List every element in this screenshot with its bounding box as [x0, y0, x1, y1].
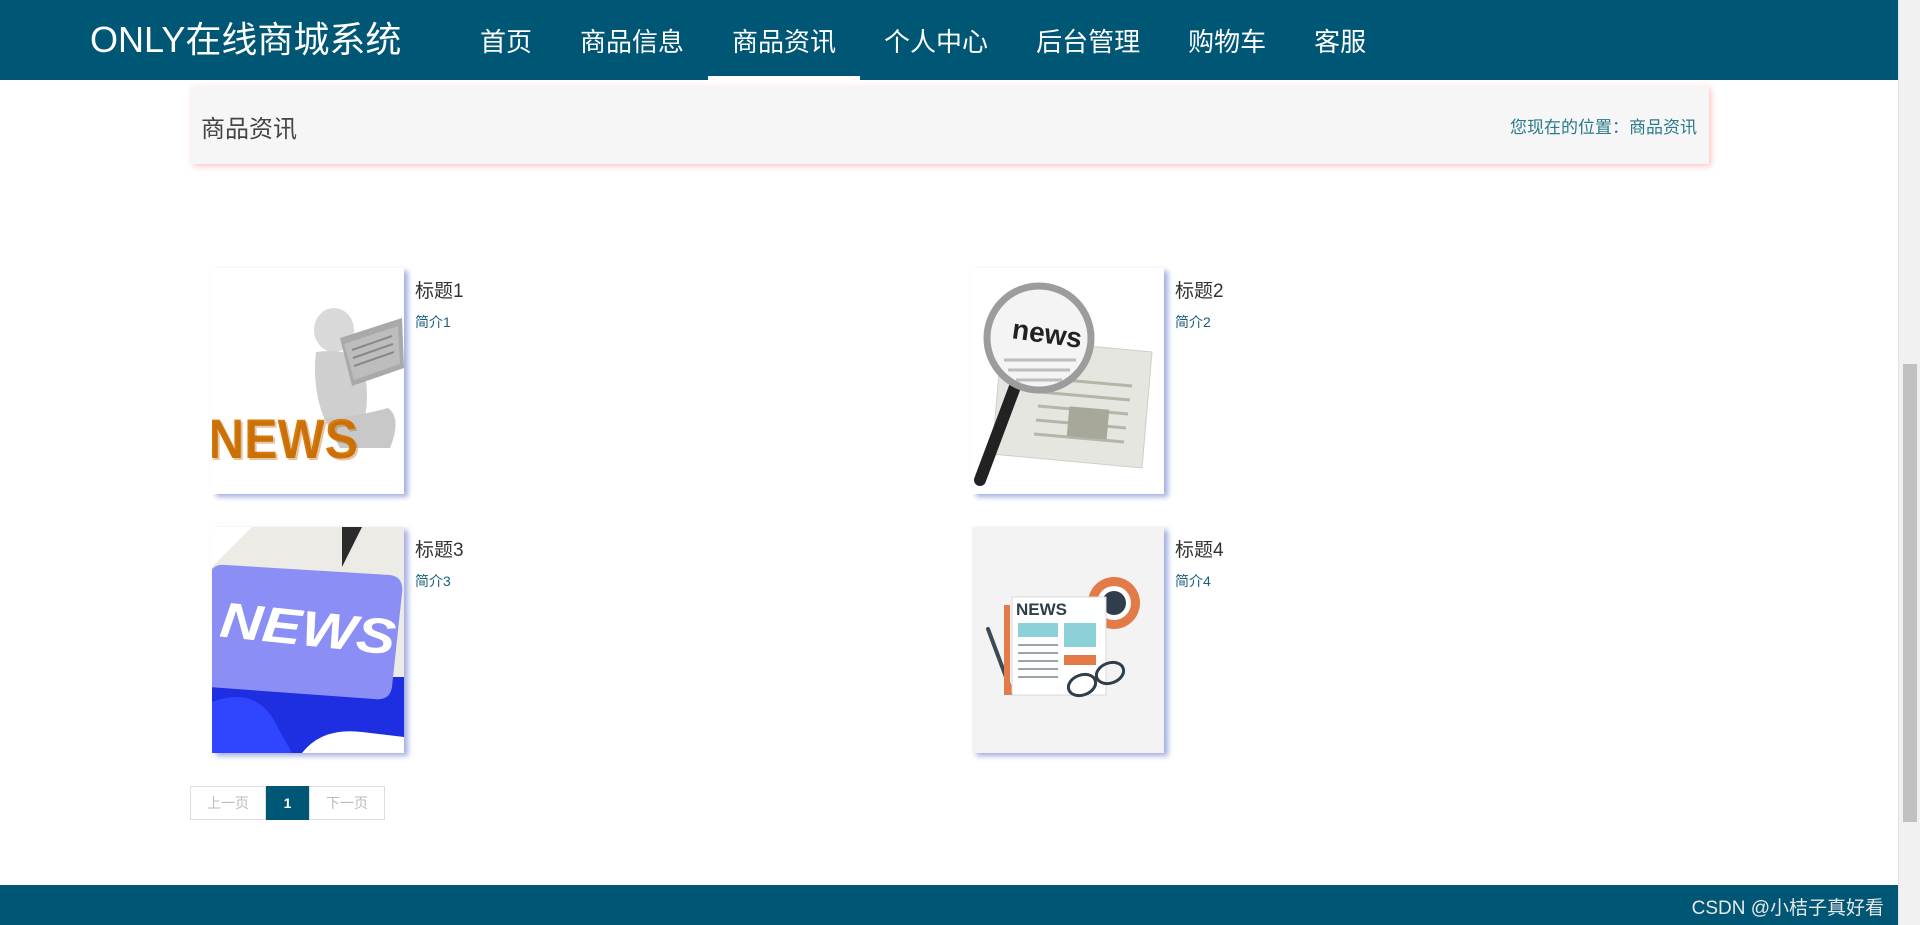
news-item[interactable]: news 标题2 简介2	[972, 268, 1672, 496]
page-title: 商品资讯	[201, 116, 297, 143]
news-magnifier-image[interactable]: news	[972, 268, 1164, 494]
news-item[interactable]: NEWS 标题4 简介4	[972, 527, 1672, 755]
nav-admin[interactable]: 后台管理	[1012, 0, 1164, 80]
next-page-button[interactable]: 下一页	[309, 786, 385, 820]
nav-news[interactable]: 商品资讯	[708, 0, 861, 80]
svg-text:NEWS: NEWS	[212, 409, 360, 472]
news-item[interactable]: NEWS NEWS 标题1 简介1	[212, 268, 912, 496]
breadcrumb: 商品资讯 您现在的位置：商品资讯	[191, 86, 1709, 164]
footer: CSDN @小桔子真好看	[0, 885, 1898, 925]
watermark: CSDN @小桔子真好看	[1691, 898, 1884, 919]
nav-user-center[interactable]: 个人中心	[860, 0, 1012, 80]
current-page-button[interactable]: 1	[266, 786, 309, 820]
nav-service[interactable]: 客服	[1290, 0, 1390, 80]
news-intro: 简介4	[1175, 573, 1211, 589]
news-title[interactable]: 标题2	[1175, 276, 1224, 303]
news-title[interactable]: 标题4	[1175, 535, 1224, 562]
news-item[interactable]: NEWS 标题3 简介3	[212, 527, 912, 755]
news-title[interactable]: 标题1	[415, 276, 464, 303]
nav-home[interactable]: 首页	[456, 0, 556, 80]
nav-cart[interactable]: 购物车	[1164, 0, 1290, 80]
pagination: 上一页 1 下一页	[190, 786, 385, 820]
scrollbar-thumb[interactable]	[1903, 364, 1917, 822]
svg-text:NEWS: NEWS	[1016, 600, 1067, 619]
nav-products[interactable]: 商品信息	[556, 0, 708, 80]
news-intro: 简介1	[415, 314, 451, 330]
top-navbar: ONLY在线商城系统 首页 商品信息 商品资讯 个人中心 后台管理 购物车 客服	[0, 0, 1898, 80]
vertical-scrollbar[interactable]	[1898, 0, 1920, 925]
news-intro: 简介2	[1175, 314, 1211, 330]
main-nav: 首页 商品信息 商品资讯 个人中心 后台管理 购物车 客服	[456, 0, 1390, 80]
prev-page-button[interactable]: 上一页	[190, 786, 266, 820]
breadcrumb-location[interactable]: 您现在的位置：商品资讯	[1510, 113, 1697, 138]
news-keyboard-key-image[interactable]: NEWS	[212, 527, 404, 753]
news-flat-illustration-image[interactable]: NEWS	[972, 527, 1164, 753]
news-title[interactable]: 标题3	[415, 535, 464, 562]
news-intro: 简介3	[415, 573, 451, 589]
news-3d-figure-image[interactable]: NEWS NEWS	[212, 268, 404, 494]
site-brand[interactable]: ONLY在线商城系统	[90, 18, 401, 62]
